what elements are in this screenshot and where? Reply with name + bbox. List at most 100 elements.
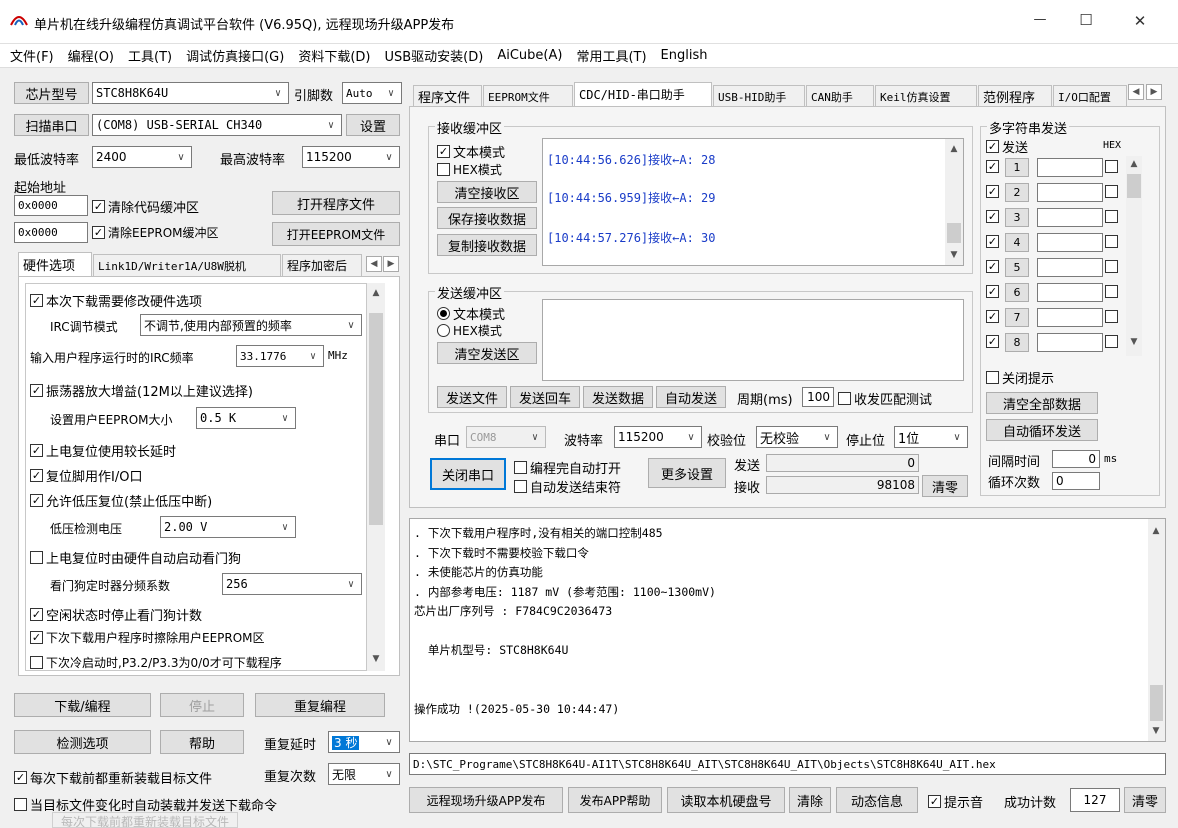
auto-open-checkbox[interactable]: 编程完自动打开: [514, 458, 621, 477]
menu-program[interactable]: 编程(O): [68, 46, 114, 65]
multi-send-row-hex-checkbox[interactable]: [1105, 160, 1121, 173]
multi-send-row-checkbox[interactable]: ✓: [986, 185, 1002, 198]
multi-send-row-input[interactable]: [1037, 233, 1103, 252]
idle-stop-watchdog-checkbox[interactable]: ✓ 空闲状态时停止看门狗计数: [30, 605, 202, 624]
loop-count-input[interactable]: 0: [1052, 472, 1100, 490]
multi-send-row-button[interactable]: 5: [1005, 258, 1029, 277]
multi-send-row-checkbox[interactable]: ✓: [986, 210, 1002, 223]
tab-scroll-left-icon[interactable]: ◀: [366, 256, 382, 272]
scroll-down-icon[interactable]: ▼: [1148, 723, 1164, 739]
multi-send-row-hex-checkbox[interactable]: [1105, 185, 1121, 198]
scroll-down-icon[interactable]: ▼: [368, 651, 384, 667]
multi-send-row-button[interactable]: 2: [1005, 183, 1029, 202]
scroll-thumb[interactable]: [1150, 685, 1163, 721]
low-voltage-select[interactable]: 2.00 V ∨: [160, 516, 296, 538]
multi-send-row-checkbox[interactable]: ✓: [986, 260, 1002, 273]
multi-send-row-hex-checkbox[interactable]: [1105, 310, 1121, 323]
beep-checkbox[interactable]: ✓ 提示音: [928, 792, 983, 811]
repeat-delay-select[interactable]: 3 秒 ∨: [328, 731, 400, 753]
power-on-delay-checkbox[interactable]: ✓ 上电复位使用较长延时: [30, 441, 176, 460]
multi-send-row-hex-checkbox[interactable]: [1105, 335, 1121, 348]
multi-send-row-checkbox[interactable]: ✓: [986, 310, 1002, 323]
more-settings-button[interactable]: 更多设置: [648, 458, 726, 488]
multi-send-row-input[interactable]: [1037, 258, 1103, 277]
multi-send-row-hex-checkbox[interactable]: [1105, 285, 1121, 298]
hardware-watchdog-checkbox[interactable]: 上电复位时由硬件自动启动看门狗: [30, 548, 241, 567]
maximize-button[interactable]: ☐: [1066, 11, 1106, 29]
pin-count-select[interactable]: Auto ∨: [342, 82, 402, 104]
interval-input[interactable]: 0: [1052, 450, 1100, 468]
multi-send-row-hex-checkbox[interactable]: [1105, 260, 1121, 273]
osc-gain-checkbox[interactable]: ✓ 振荡器放大增益(12M以上建议选择): [30, 381, 253, 400]
scroll-up-icon[interactable]: ▲: [368, 285, 384, 301]
open-program-file-button[interactable]: 打开程序文件: [272, 191, 400, 215]
multi-string-scrollbar[interactable]: ▲ ▼: [1126, 156, 1142, 356]
cold-boot-p32-checkbox[interactable]: 下次冷启动时,P3.2/P3.3为0/0才可下载程序: [30, 654, 282, 671]
minimize-button[interactable]: —: [1020, 12, 1060, 27]
options-scrollbar[interactable]: ▲ ▼: [367, 283, 385, 671]
receive-text-area[interactable]: [10:44:56.626]接收←A: 28 [10:44:56.959]接收←…: [542, 138, 964, 266]
multi-send-row-button[interactable]: 6: [1005, 283, 1029, 302]
eeprom-size-select[interactable]: 0.5 K ∨: [196, 407, 296, 429]
scroll-thumb[interactable]: [1127, 174, 1141, 198]
multi-send-row-button[interactable]: 8: [1005, 333, 1029, 352]
menu-file[interactable]: 文件(F): [10, 46, 54, 65]
serial-port-select[interactable]: COM8 ∨: [466, 426, 546, 448]
dynamic-info-button[interactable]: 动态信息: [836, 787, 918, 813]
clear-counts-button[interactable]: 清零: [922, 475, 968, 497]
scroll-up-icon[interactable]: ▲: [1126, 156, 1142, 172]
irc-frequency-select[interactable]: 33.1776 ∨: [236, 345, 324, 367]
menu-english[interactable]: English: [661, 48, 708, 63]
tab-offline-writer[interactable]: Link1D/Writer1A/U8W脱机: [93, 254, 281, 276]
menu-download[interactable]: 资料下载(D): [298, 46, 370, 65]
multi-send-row-input[interactable]: [1037, 208, 1103, 227]
multi-send-row-input[interactable]: [1037, 283, 1103, 302]
settings-button[interactable]: 设置: [346, 114, 400, 136]
eeprom-address-input[interactable]: 0x0000: [14, 222, 88, 243]
baud-rate-select[interactable]: 115200 ∨: [614, 426, 702, 448]
multi-send-row-button[interactable]: 7: [1005, 308, 1029, 327]
modify-hardware-checkbox[interactable]: ✓ 本次下载需要修改硬件选项: [30, 291, 202, 310]
scroll-up-icon[interactable]: ▲: [1148, 523, 1164, 539]
clear-code-buffer-checkbox[interactable]: ✓ 清除代码缓冲区: [92, 197, 199, 216]
detect-options-button[interactable]: 检测选项: [14, 730, 151, 754]
period-input[interactable]: 100: [802, 387, 834, 407]
scroll-up-icon[interactable]: ▲: [946, 141, 962, 157]
save-receive-button[interactable]: 保存接收数据: [437, 207, 537, 229]
log-output-area[interactable]: . 下次下载用户程序时,没有相关的端口控制485 . 下次下载时不需要校验下载口令…: [409, 518, 1166, 742]
multi-send-row-input[interactable]: [1037, 308, 1103, 327]
low-voltage-reset-checkbox[interactable]: ✓ 允许低压复位(禁止低压中断): [30, 491, 212, 510]
max-baud-select[interactable]: 115200 ∨: [302, 146, 400, 168]
port-select[interactable]: (COM8) USB-SERIAL CH340 ∨: [92, 114, 342, 136]
chip-model-select[interactable]: STC8H8K64U ∨: [92, 82, 289, 104]
menu-tools[interactable]: 工具(T): [128, 46, 172, 65]
close-tip-checkbox[interactable]: 关闭提示: [986, 368, 1054, 387]
multi-send-all-checkbox[interactable]: ✓ 发送: [986, 137, 1028, 156]
close-button[interactable]: ✕: [1120, 12, 1160, 30]
reset-pin-io-checkbox[interactable]: ✓ 复位脚用作I/O口: [30, 466, 142, 485]
send-hex-mode-radio[interactable]: HEX模式: [437, 322, 502, 339]
menu-debug[interactable]: 调试仿真接口(G): [186, 46, 284, 65]
clear-eeprom-buffer-checkbox[interactable]: ✓ 清除EEPROM缓冲区: [92, 224, 219, 241]
tab-usb-hid[interactable]: USB-HID助手: [713, 85, 805, 107]
multi-send-row-input[interactable]: [1037, 183, 1103, 202]
send-text-area[interactable]: [542, 299, 964, 381]
tab-cdc-hid-serial[interactable]: CDC/HID-串口助手: [574, 82, 712, 106]
match-test-checkbox[interactable]: 收发匹配测试: [838, 389, 932, 408]
tab-encryption[interactable]: 程序加密后: [282, 254, 362, 276]
tab-scroll-left-icon[interactable]: ◀: [1128, 84, 1144, 100]
tab-can-helper[interactable]: CAN助手: [806, 85, 874, 107]
min-baud-select[interactable]: 2400 ∨: [92, 146, 192, 168]
tab-program-file[interactable]: 程序文件: [413, 85, 482, 107]
menu-usb-driver[interactable]: USB驱动安装(D): [384, 46, 483, 65]
stop-bits-select[interactable]: 1位 ∨: [894, 426, 968, 448]
recv-hex-mode-checkbox[interactable]: HEX模式: [437, 161, 502, 178]
menu-aicube[interactable]: AiCube(A): [497, 48, 562, 63]
send-cr-button[interactable]: 发送回车: [510, 386, 580, 408]
read-disk-id-button[interactable]: 读取本机硬盘号: [667, 787, 785, 813]
multi-send-row-checkbox[interactable]: ✓: [986, 160, 1002, 173]
close-port-button[interactable]: 关闭串口: [430, 458, 506, 490]
auto-send-end-checkbox[interactable]: 自动发送结束符: [514, 477, 621, 496]
multi-send-row-hex-checkbox[interactable]: [1105, 210, 1121, 223]
auto-send-button[interactable]: 自动发送: [656, 386, 726, 408]
